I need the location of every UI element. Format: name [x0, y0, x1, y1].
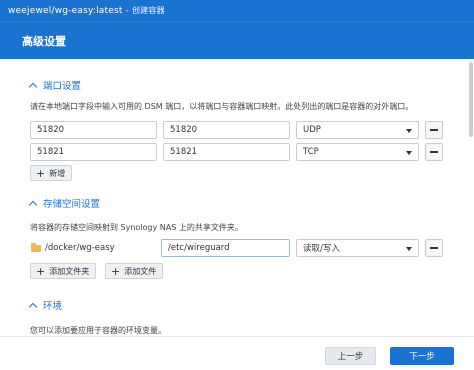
remove-volume-button[interactable]	[425, 239, 443, 257]
prev-button[interactable]: 上一步	[325, 347, 376, 365]
settings-content[interactable]: 端口设置 请在本地端口字段中输入可用的 DSM 端口，以将端口与容器端口映射。此…	[0, 59, 474, 336]
mount-path-field[interactable]: /etc/wireguard	[161, 239, 290, 257]
page-title: 高级设置	[22, 34, 66, 48]
plus-icon: +	[36, 264, 46, 278]
caret-down-icon	[406, 151, 412, 155]
page-header: 高级设置	[0, 21, 474, 59]
storage-section-description: 将容器的存储空间映射到 Synology NAS 上的共享文件夹。	[30, 223, 243, 232]
container-port-field[interactable]: 51820	[163, 121, 290, 139]
local-port-field[interactable]: 51820	[30, 121, 157, 139]
env-section-toggle[interactable]: 环境	[28, 298, 63, 312]
env-section-title: 环境	[43, 301, 63, 312]
chevron-up-icon	[28, 200, 38, 210]
chevron-up-icon	[28, 82, 38, 92]
window-titlebar: weejewel/wg-easy:latest - 创建容器	[0, 0, 474, 21]
protocol-value: UDP	[303, 125, 321, 135]
local-port-field[interactable]: 51821	[30, 143, 157, 161]
storage-section-title: 存储空间设置	[43, 199, 101, 210]
protocol-select[interactable]: UDP	[296, 121, 419, 139]
host-path-text: /docker/wg-easy	[45, 243, 115, 253]
window-subtitle: 创建容器	[132, 6, 165, 15]
next-button[interactable]: 下一步	[390, 347, 454, 365]
port-section-description: 请在本地端口字段中输入可用的 DSM 端口，以将端口与容器端口映射。此处列出的端…	[30, 102, 414, 111]
protocol-value: TCP	[303, 147, 319, 157]
port-section-title: 端口设置	[43, 81, 82, 92]
title-separator: -	[125, 5, 130, 16]
remove-port-button[interactable]	[425, 143, 443, 161]
protocol-select[interactable]: TCP	[296, 143, 419, 161]
access-mode-value: 读取/写入	[303, 244, 340, 254]
minus-icon	[430, 129, 438, 131]
dialog-footer: 上一步 下一步	[0, 336, 474, 370]
add-folder-label: 添加文件夹	[49, 266, 90, 276]
env-section-description: 您可以添加要应用于容器的环境变量。	[30, 326, 166, 335]
add-file-label: 添加文件	[124, 266, 157, 276]
add-folder-button[interactable]: + 添加文件夹	[30, 263, 97, 279]
plus-icon: +	[36, 166, 46, 180]
access-mode-select[interactable]: 读取/写入	[296, 239, 419, 257]
window-title: weejewel/wg-easy:latest	[8, 5, 123, 16]
minus-icon	[430, 151, 438, 153]
plus-icon: +	[111, 264, 121, 278]
port-section-toggle[interactable]: 端口设置	[28, 78, 82, 92]
chevron-up-icon	[28, 302, 38, 312]
folder-icon	[31, 243, 41, 252]
content-scrollbar[interactable]	[469, 62, 473, 137]
add-file-button[interactable]: + 添加文件	[105, 263, 164, 279]
minus-icon	[430, 247, 438, 249]
add-port-button[interactable]: + 新增	[30, 165, 73, 181]
add-port-label: 新增	[49, 168, 66, 178]
caret-down-icon	[406, 247, 412, 251]
remove-port-button[interactable]	[425, 121, 443, 139]
caret-down-icon	[406, 129, 412, 133]
container-port-field[interactable]: 51821	[163, 143, 290, 161]
storage-section-toggle[interactable]: 存储空间设置	[28, 196, 101, 210]
